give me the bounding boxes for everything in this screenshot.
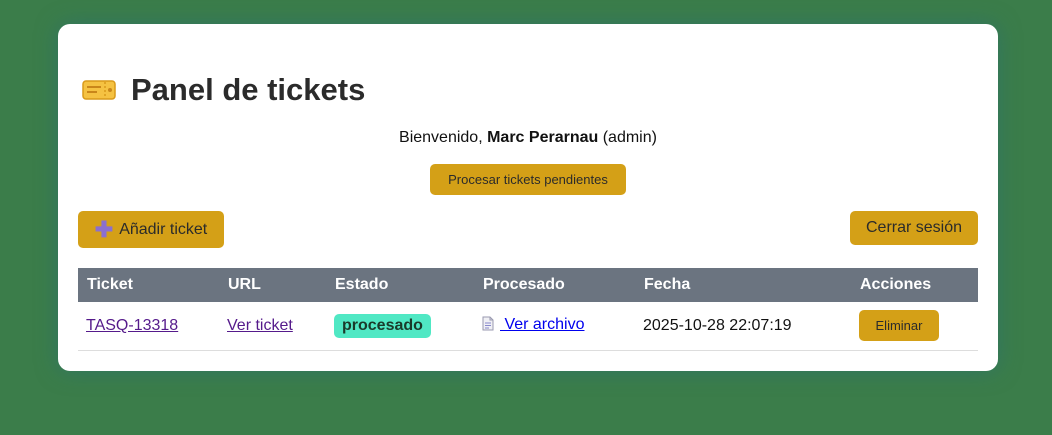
tickets-table: Ticket URL Estado Procesado Fecha Accion…: [78, 268, 978, 351]
column-header-actions: Acciones: [851, 268, 978, 302]
welcome-message: Bienvenido, Marc Perarnau (admin): [58, 129, 998, 147]
user-role: (admin): [602, 129, 657, 146]
process-pending-button[interactable]: Procesar tickets pendientes: [430, 164, 626, 195]
url-cell: Ver ticket: [219, 302, 326, 351]
column-header-processed: Procesado: [474, 268, 635, 302]
status-cell: procesado: [326, 302, 474, 351]
column-header-url: URL: [219, 268, 326, 302]
column-header-status: Estado: [326, 268, 474, 302]
view-ticket-link[interactable]: Ver ticket: [227, 317, 293, 334]
ticket-cell: TASQ-13318: [78, 302, 219, 351]
add-ticket-label: Añadir ticket: [119, 220, 208, 238]
actions-cell: Eliminar: [851, 302, 978, 351]
tickets-panel-card: Panel de tickets Bienvenido, Marc Perarn…: [58, 24, 998, 371]
add-ticket-button[interactable]: ✚ Añadir ticket: [78, 211, 224, 248]
table-row: TASQ-13318 Ver ticket procesado Ver arch…: [78, 302, 978, 351]
table-header-row: Ticket URL Estado Procesado Fecha Accion…: [78, 268, 978, 302]
column-header-ticket: Ticket: [78, 268, 219, 302]
logout-button[interactable]: Cerrar sesión: [850, 211, 978, 245]
user-name: Marc Perarnau: [487, 129, 599, 146]
document-icon: [482, 316, 494, 336]
ticket-icon: [82, 80, 116, 100]
plus-icon: ✚: [94, 216, 114, 242]
view-file-label: Ver archivo: [500, 315, 585, 333]
title-row: Panel de tickets: [82, 72, 365, 108]
date-cell: 2025-10-28 22:07:19: [635, 302, 851, 351]
status-badge: procesado: [334, 313, 431, 338]
page-title: Panel de tickets: [131, 72, 366, 107]
ticket-link[interactable]: TASQ-13318: [86, 317, 178, 334]
welcome-prefix: Bienvenido,: [399, 129, 488, 146]
delete-button[interactable]: Eliminar: [859, 310, 939, 342]
column-header-date: Fecha: [635, 268, 851, 302]
view-file-link[interactable]: Ver archivo: [482, 316, 584, 333]
processed-cell: Ver archivo: [474, 302, 635, 351]
